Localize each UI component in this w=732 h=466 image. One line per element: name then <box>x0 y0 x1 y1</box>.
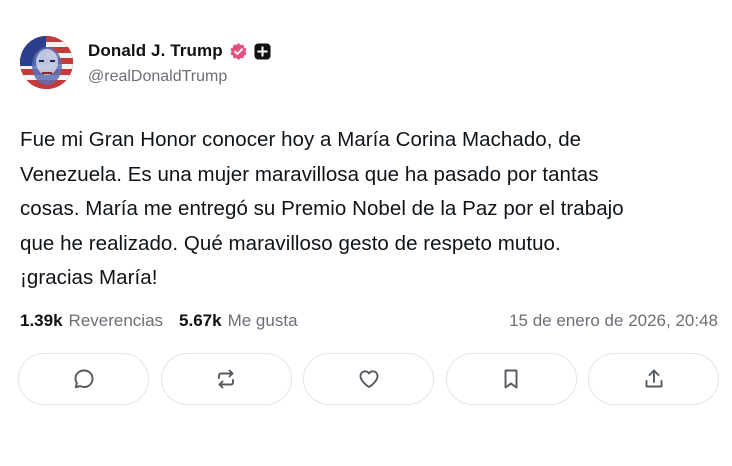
post-actions <box>18 353 719 407</box>
bookmark-icon <box>504 369 518 389</box>
avatar-image <box>20 36 73 89</box>
reposts-label[interactable]: Reverencias <box>69 311 164 331</box>
post-timestamp: 15 de enero de 2026, 20:48 <box>509 311 718 330</box>
post-header: Donald J. Trump @realDonaldTrump <box>20 36 271 89</box>
reply-button[interactable] <box>18 353 149 405</box>
post-text-line: ¡gracias María! <box>20 266 158 289</box>
share-icon <box>645 369 662 388</box>
repost-icon <box>218 369 234 389</box>
previous-post-fragment <box>120 0 130 2</box>
heart-icon <box>359 370 378 388</box>
likes-count[interactable]: 5.67k <box>179 311 222 331</box>
post-text-line: que he realizado. Qué maravilloso gesto … <box>20 231 561 255</box>
repost-button[interactable] <box>160 353 292 405</box>
reply-icon <box>74 369 93 389</box>
author-display-name[interactable]: Donald J. Trump <box>88 41 223 61</box>
post-text-line: Venezuela. Es una mujer maravillosa que … <box>20 162 599 186</box>
avatar[interactable] <box>20 36 73 89</box>
reposts-count[interactable]: 1.39k <box>20 311 63 331</box>
bookmark-button[interactable] <box>445 353 577 405</box>
author-handle[interactable]: @realDonaldTrump <box>88 68 271 86</box>
plus-badge-icon <box>254 42 271 60</box>
post-text-line: cosas. María me entregó su Premio Nobel … <box>20 197 624 220</box>
post-text-line: Fue mi Gran Honor conocer hoy a María Co… <box>20 128 582 151</box>
post-body: Fue mi Gran Honor conocer hoy a María Co… <box>20 123 720 296</box>
like-button[interactable] <box>303 353 434 405</box>
likes-label[interactable]: Me gusta <box>228 311 298 331</box>
verified-badge-icon <box>230 42 247 60</box>
share-button[interactable] <box>588 353 719 405</box>
post-stats: 1.39k Reverencias 5.67k Me gusta 15 de e… <box>20 309 718 333</box>
